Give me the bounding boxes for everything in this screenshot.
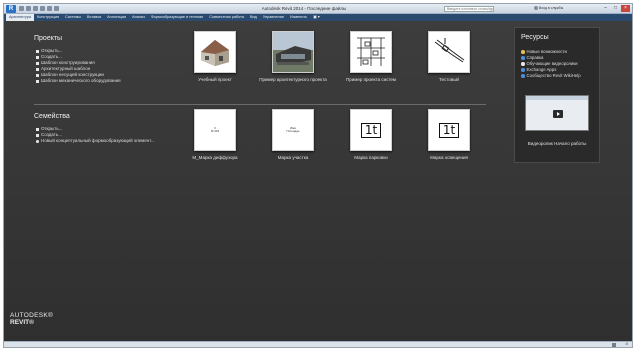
tab-view[interactable]: Вид xyxy=(247,14,260,21)
folder-icon xyxy=(36,127,39,131)
tile-caption: Марка парковки xyxy=(354,155,388,160)
save-icon[interactable] xyxy=(26,6,31,11)
diffuser-tag-preview: ≡ M 415 xyxy=(194,109,236,151)
tab-annotate[interactable]: Аннотации xyxy=(104,14,129,21)
print-icon[interactable] xyxy=(47,6,52,11)
projects-heading: Проекты xyxy=(34,35,63,42)
autodesk-revit-logo: AUTODESK® REVIT® xyxy=(10,312,53,326)
thumb-text: 1t xyxy=(438,122,460,138)
recent-project-tile[interactable]: Пример проекта систем xyxy=(332,31,410,83)
recent-family-tile[interactable]: 1t Марка парковки xyxy=(332,109,410,161)
ribbon-tabs: Архитектура Конструкция Системы Вставка … xyxy=(4,14,632,21)
template-icon xyxy=(36,61,39,65)
sign-in-button[interactable]: Вход в службы xyxy=(534,6,563,10)
resources-panel: Ресурсы Новые возможности Справка Обучаю… xyxy=(514,27,600,163)
ribbon-options-toggle[interactable]: ▣ ▾ xyxy=(310,14,320,21)
window-title: Autodesk Revit 2014 - Последние файлы xyxy=(261,6,347,11)
house-model-icon xyxy=(194,31,236,73)
link-label: Шаблон механического оборудования xyxy=(41,78,121,83)
measure-icon[interactable] xyxy=(54,6,59,11)
minimize-button[interactable]: – xyxy=(601,5,610,12)
user-icon xyxy=(534,6,538,10)
tab-collaborate[interactable]: Совместная работа xyxy=(206,14,247,21)
recent-project-tile[interactable]: Пример архитектурного проекта xyxy=(254,31,332,83)
mechanical-template-link[interactable]: Шаблон механического оборудования xyxy=(36,78,121,84)
tab-insert[interactable]: Вставка xyxy=(84,14,104,21)
application-menu-button[interactable]: R xyxy=(6,5,16,13)
parking-tag-preview: 1t xyxy=(350,109,392,151)
tile-caption: Марка освещения xyxy=(430,155,468,160)
logo-line-2: REVIT® xyxy=(10,319,34,326)
star-icon xyxy=(521,50,525,54)
tile-caption: M_Марка диффузора xyxy=(192,155,238,160)
tile-caption: Учебный проект xyxy=(198,77,232,82)
link-label: Сообщество Revit WikiHelp xyxy=(526,73,581,78)
new-file-icon xyxy=(36,133,39,137)
filter-icon[interactable] xyxy=(612,343,616,347)
maximize-button[interactable]: □ xyxy=(611,5,620,12)
recent-files-page: Проекты Открыть... Создать... Шаблон кон… xyxy=(4,21,632,343)
selection-count: :0 xyxy=(625,342,628,346)
redo-icon[interactable] xyxy=(40,6,45,11)
title-bar: R Autodesk Revit 2014 - Последние файлы … xyxy=(4,4,632,14)
recent-project-tile[interactable]: Тестовый xyxy=(410,31,488,83)
status-bar: :0 xyxy=(4,341,632,347)
projects-links: Открыть... Создать... Шаблон конструиров… xyxy=(36,48,121,84)
help-icon xyxy=(521,56,525,60)
sign-in-label: Вход в службы xyxy=(539,6,564,10)
quick-access-toolbar xyxy=(19,6,59,11)
resources-heading: Ресурсы xyxy=(521,34,549,41)
section-divider xyxy=(34,104,486,105)
area-tag-preview: Имя Площадь xyxy=(272,109,314,151)
getting-started-video-thumbnail[interactable] xyxy=(525,95,589,131)
undo-icon[interactable] xyxy=(33,6,38,11)
tile-caption: Тестовый xyxy=(439,77,459,82)
thumb-text: Имя Площадь xyxy=(286,125,300,133)
mass-icon xyxy=(36,139,39,143)
tab-modify[interactable]: Изменить xyxy=(287,14,310,21)
new-file-icon xyxy=(36,55,39,59)
open-icon[interactable] xyxy=(19,6,24,11)
recent-project-tile[interactable]: Учебный проект xyxy=(176,31,254,83)
revit-window: R Autodesk Revit 2014 - Последние файлы … xyxy=(3,3,633,348)
link-label: Новый концептуальный формообразующий эле… xyxy=(41,138,155,143)
template-icon xyxy=(36,73,39,77)
video-caption: Видеоролик Начало работы xyxy=(527,141,587,146)
thumb-text: 1t xyxy=(360,122,382,138)
window-controls: – □ × xyxy=(601,5,630,12)
search-input[interactable]: Введите ключевое слово/фразу xyxy=(444,6,494,12)
recent-family-tile[interactable]: 1t Марка освещения xyxy=(410,109,488,161)
video-thumb-titlebar xyxy=(526,96,588,100)
thumb-text: ≡ M 415 xyxy=(210,125,220,133)
mep-systems-icon xyxy=(350,31,392,73)
logo-line-1: AUTODESK® xyxy=(10,312,54,319)
close-button[interactable]: × xyxy=(621,5,630,12)
new-conceptual-mass-link[interactable]: Новый концептуальный формообразующий эле… xyxy=(36,138,155,144)
families-links: Открыть... Создать... Новый концептуальн… xyxy=(36,126,155,144)
tab-massing-site[interactable]: Формообразующие и генплан xyxy=(148,14,206,21)
recent-family-tile[interactable]: ≡ M 415 M_Марка диффузора xyxy=(176,109,254,161)
building-render-icon xyxy=(272,31,314,73)
tab-systems[interactable]: Системы xyxy=(62,14,84,21)
play-icon[interactable] xyxy=(553,110,563,118)
video-icon xyxy=(521,62,525,66)
tile-caption: Марка участка xyxy=(277,155,309,160)
tab-architecture[interactable]: Архитектура xyxy=(6,14,34,21)
wikihelp-link[interactable]: Сообщество Revit WikiHelp xyxy=(521,73,581,79)
tab-structure[interactable]: Конструкция xyxy=(34,14,62,21)
folder-icon xyxy=(36,49,39,53)
template-icon xyxy=(36,67,39,71)
tile-caption: Пример архитектурного проекта xyxy=(259,77,327,82)
exchange-icon xyxy=(521,68,525,72)
lighting-tag-preview: 1t xyxy=(428,109,470,151)
community-icon xyxy=(521,74,525,78)
tab-analyze[interactable]: Анализ xyxy=(129,14,148,21)
recent-family-tile[interactable]: Имя Площадь Марка участка xyxy=(254,109,332,161)
template-icon xyxy=(36,79,39,83)
resources-links: Новые возможности Справка Обучающие виде… xyxy=(521,49,581,79)
families-heading: Семейства xyxy=(34,113,70,120)
tab-manage[interactable]: Управление xyxy=(260,14,287,21)
tile-caption: Пример проекта систем xyxy=(346,77,396,82)
pipe-drawing-icon xyxy=(428,31,470,73)
